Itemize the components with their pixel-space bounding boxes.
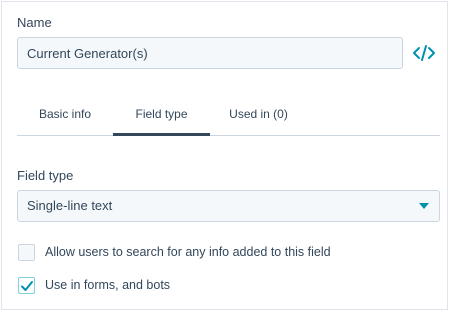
- use-in-forms-label: Use in forms, and bots: [45, 278, 171, 292]
- field-type-selected-value: Single-line text: [27, 198, 113, 213]
- searchable-checkbox[interactable]: [18, 243, 35, 261]
- tab-basic-info[interactable]: Basic info: [17, 99, 113, 136]
- field-type-select[interactable]: Single-line text: [17, 190, 440, 222]
- caret-down-icon: [419, 203, 429, 209]
- option-use-in-forms: Use in forms, and bots: [18, 276, 170, 294]
- field-editor-panel: Name Basic info Field type Used in (0) F…: [1, 1, 448, 310]
- checkmark-icon: [21, 280, 33, 291]
- tab-bar: Basic info Field type Used in (0): [17, 99, 440, 136]
- name-label: Name: [17, 15, 52, 30]
- tab-used-in[interactable]: Used in (0): [210, 99, 307, 136]
- code-embed-icon[interactable]: [412, 43, 436, 63]
- name-input[interactable]: [17, 37, 403, 69]
- field-type-label: Field type: [17, 168, 74, 183]
- option-searchable: Allow users to search for any info added…: [18, 243, 331, 261]
- tab-field-type[interactable]: Field type: [113, 99, 210, 136]
- searchable-label: Allow users to search for any info added…: [45, 245, 331, 259]
- use-in-forms-checkbox[interactable]: [18, 276, 35, 294]
